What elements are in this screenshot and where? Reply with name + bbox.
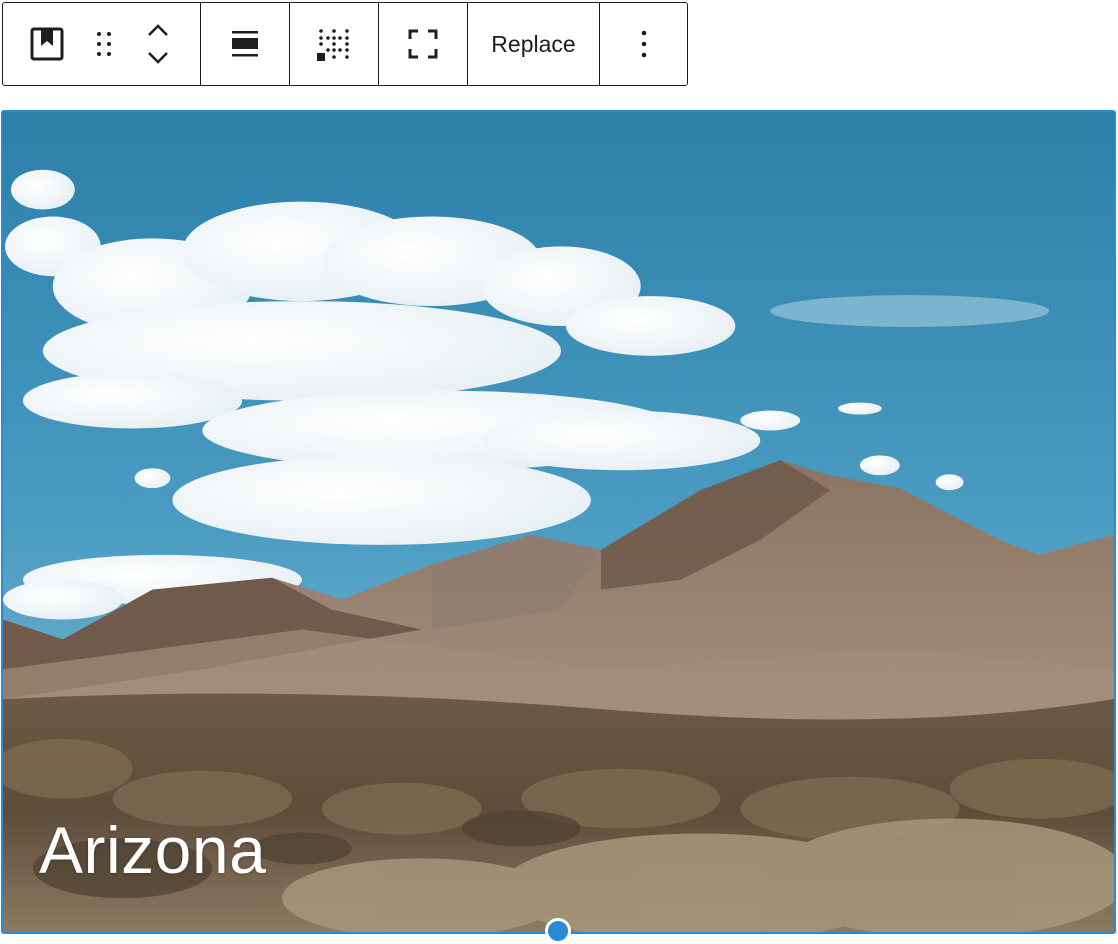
resize-handle[interactable] (545, 918, 571, 944)
cover-block[interactable]: Arizona (1, 110, 1116, 934)
chevron-down-icon (147, 51, 169, 65)
fullscreen-icon (408, 29, 438, 59)
drag-handle-button[interactable] (91, 3, 117, 85)
content-position-button[interactable] (290, 3, 378, 85)
align-group (201, 3, 290, 85)
options-button[interactable] (600, 3, 687, 85)
block-controls-group (3, 3, 201, 85)
cover-background-image (3, 112, 1114, 932)
block-toolbar: Replace (2, 2, 688, 86)
options-group (600, 3, 687, 85)
align-button[interactable] (201, 3, 289, 85)
cover-block-icon (30, 27, 64, 61)
more-vertical-icon (640, 29, 648, 59)
position-group (290, 3, 379, 85)
move-up-button[interactable] (147, 23, 169, 37)
chevron-up-icon (147, 23, 169, 37)
full-height-button[interactable] (379, 3, 467, 85)
move-down-button[interactable] (147, 51, 169, 65)
content-position-icon (317, 27, 351, 61)
cover-title[interactable]: Arizona (39, 812, 266, 888)
align-wide-icon (230, 29, 260, 59)
block-type-button[interactable] (3, 3, 91, 85)
drag-handle-icon (95, 29, 113, 59)
replace-button[interactable]: Replace (468, 3, 599, 85)
replace-group: Replace (468, 3, 600, 85)
fullheight-group (379, 3, 468, 85)
block-movers (116, 3, 200, 85)
